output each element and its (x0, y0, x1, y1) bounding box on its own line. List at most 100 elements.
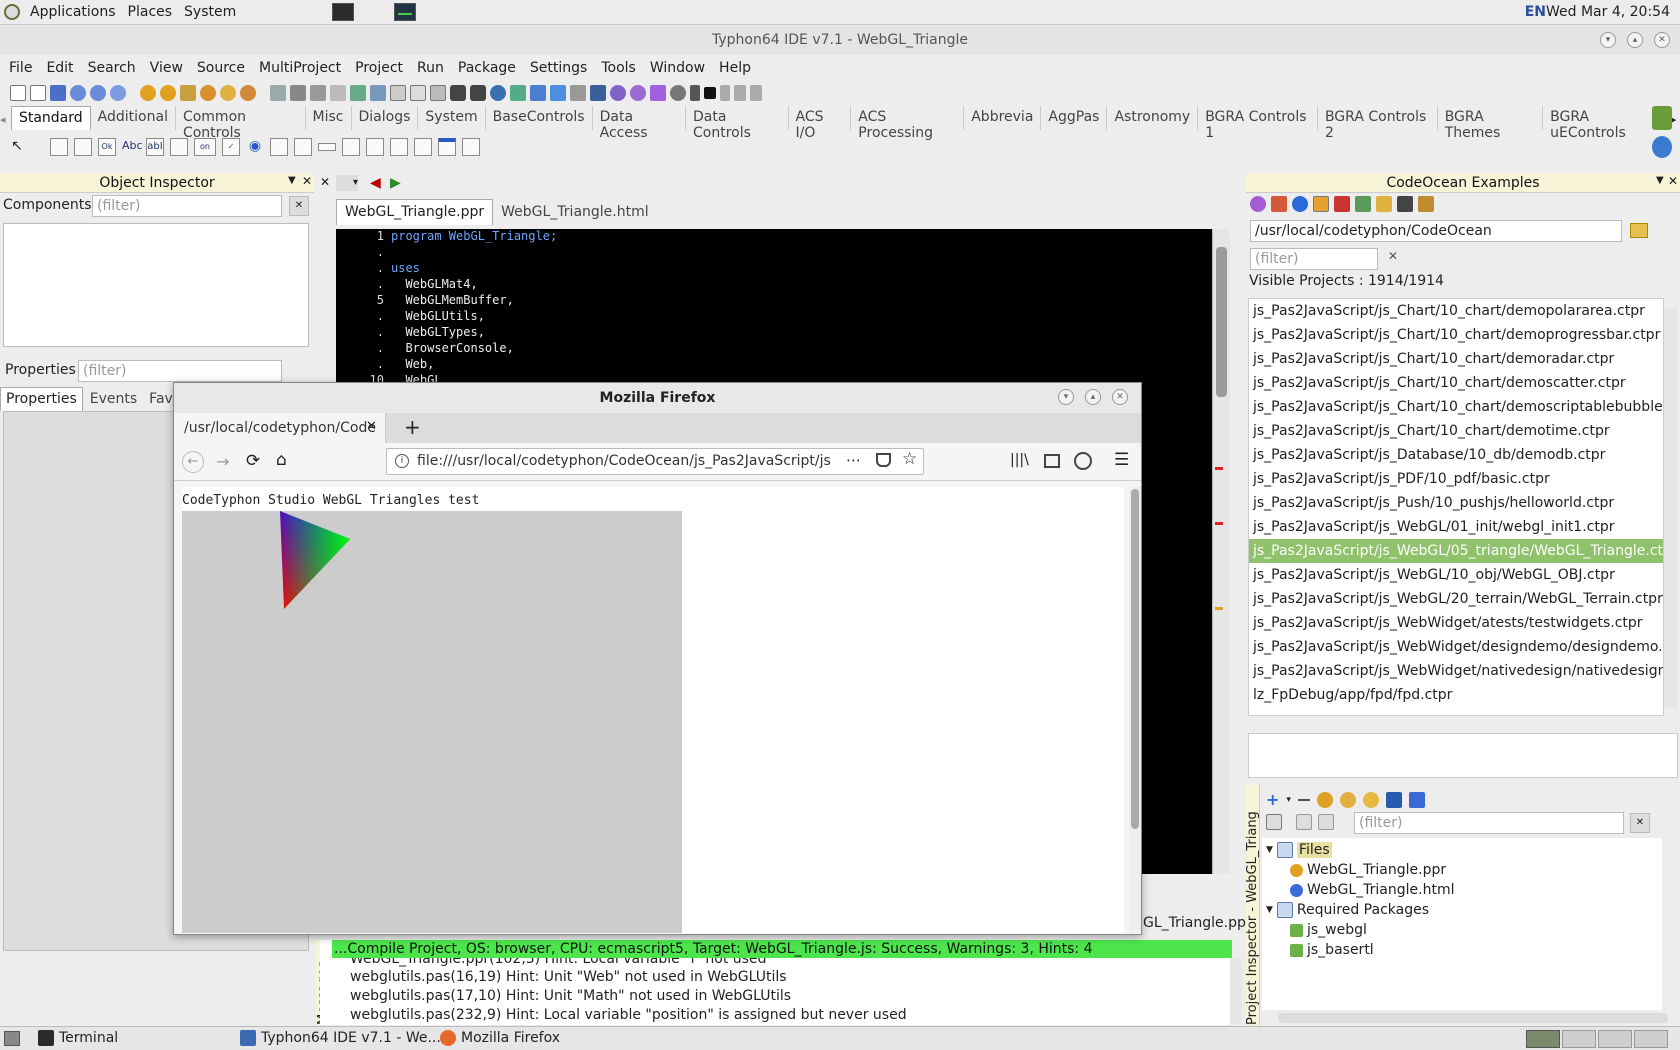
site-info-icon[interactable]: i (395, 454, 409, 468)
radiogroup-component-icon[interactable] (366, 138, 384, 156)
compile-status-message[interactable]: ...Compile Project, OS: browser, CPU: ec… (332, 940, 1232, 958)
palette-tab-data-controls[interactable]: Data Controls (686, 106, 789, 141)
applications-menu[interactable]: Applications (30, 4, 116, 20)
projects-list[interactable]: js_Pas2JavaScript/js_Chart/10_chart/demo… (1248, 298, 1664, 716)
tree-icon[interactable] (510, 85, 526, 101)
menu-file[interactable]: File (0, 60, 39, 76)
error-marker[interactable] (1215, 522, 1223, 525)
taskbar-firefox[interactable]: Mozilla Firefox (440, 1030, 560, 1046)
firefox-page-scrollbar[interactable] (1129, 487, 1141, 933)
url-bar[interactable]: i file:///usr/local/codetyphon/CodeOcean… (386, 448, 924, 475)
combobox-component-icon[interactable] (294, 138, 312, 156)
next-arrow-icon[interactable]: ▶ (390, 175, 401, 191)
split-icon[interactable] (550, 85, 566, 101)
account-icon[interactable] (1074, 452, 1092, 470)
remove-icon[interactable] (1297, 798, 1310, 801)
info-icon[interactable] (1292, 196, 1308, 212)
options-icon[interactable] (390, 85, 406, 101)
delete-icon[interactable] (1334, 196, 1350, 212)
forms-icon[interactable] (330, 85, 346, 101)
network-icon[interactable] (490, 85, 506, 101)
package-open-icon[interactable] (200, 85, 216, 101)
options-gear-icon[interactable] (1362, 791, 1379, 808)
save-all-icon[interactable] (310, 85, 326, 101)
clock[interactable]: Wed Mar 4, 20:54 (1546, 4, 1670, 20)
pocket-icon[interactable] (876, 453, 891, 467)
firefox-tab[interactable]: /usr/local/codetyphon/Code (174, 413, 386, 443)
firefox-close-button[interactable]: ✕ (1112, 389, 1128, 405)
open-file-icon[interactable] (1266, 814, 1282, 830)
new-form-icon[interactable] (30, 85, 46, 101)
collapse-icon[interactable]: ▼ (1266, 905, 1273, 915)
more-options-icon[interactable] (1408, 791, 1425, 808)
system-monitor-icon[interactable] (394, 3, 416, 21)
project-icon[interactable] (270, 85, 286, 101)
codeocean-filter-input[interactable]: (filter) (1250, 248, 1378, 270)
new-file-icon[interactable] (10, 85, 26, 101)
open-icon[interactable] (50, 85, 66, 101)
palette-tab-additional[interactable]: Additional (91, 106, 176, 130)
checkgroup-component-icon[interactable] (390, 138, 408, 156)
search-files-icon[interactable] (110, 85, 126, 101)
message-line[interactable]: webglutils.pas(17,10) Hint: Unit "Math" … (350, 988, 791, 1004)
step-into-icon[interactable] (720, 85, 730, 101)
package-clean-icon[interactable] (240, 85, 256, 101)
workspace-switcher-3[interactable] (1598, 1030, 1632, 1048)
reload-icon[interactable]: ⟳ (246, 451, 260, 471)
palette-tab-dialogs[interactable]: Dialogs (352, 106, 419, 130)
menu-run[interactable]: Run (410, 60, 451, 76)
menu-settings[interactable]: Settings (523, 60, 594, 76)
binoculars-two-icon[interactable] (470, 85, 486, 101)
bookmark-star-icon[interactable]: ☆ (902, 449, 917, 469)
explore-icon[interactable] (370, 85, 386, 101)
palette-tab-data-access[interactable]: Data Access (593, 106, 686, 141)
list-item[interactable]: js_Pas2JavaScript/js_WebGL/01_init/webgl… (1249, 515, 1663, 539)
togglebox-component-icon[interactable]: on (194, 138, 216, 156)
mainmenu-component-icon[interactable] (50, 138, 68, 156)
button-component-icon[interactable]: Ok (98, 138, 116, 156)
palette-tab-abbrevia[interactable]: Abbrevia (964, 106, 1042, 130)
taskbar-terminal[interactable]: Terminal (38, 1030, 118, 1046)
run-icon[interactable] (650, 85, 666, 101)
step-out-icon[interactable] (750, 85, 762, 101)
palette-tab-bgra-uecontrols[interactable]: BGRA uEControls (1543, 106, 1667, 141)
sidebar-icon[interactable] (1044, 454, 1060, 468)
scrollbar-component-icon[interactable] (318, 143, 336, 151)
properties-filter-input[interactable]: (filter) (78, 360, 282, 382)
palette-tab-misc[interactable]: Misc (306, 106, 352, 130)
list-item[interactable]: js_Pas2JavaScript/js_PDF/10_pdf/basic.ct… (1249, 467, 1663, 491)
project-filter-clear-icon[interactable]: ✕ (1630, 813, 1650, 833)
list-item[interactable]: js_Pas2JavaScript/js_Push/10_pushjs/hell… (1249, 491, 1663, 515)
components-filter-input[interactable]: (filter) (92, 195, 282, 217)
menu-view[interactable]: View (143, 60, 190, 76)
list-item[interactable]: js_Pas2JavaScript/js_Chart/10_chart/demo… (1249, 419, 1663, 443)
menu-tools[interactable]: Tools (594, 60, 643, 76)
workspace-switcher-1[interactable] (1526, 1030, 1560, 1048)
find-icon[interactable] (70, 85, 86, 101)
scroll-thumb[interactable] (1216, 247, 1227, 397)
project-tree-hscrollbar[interactable] (1278, 1013, 1668, 1023)
run-params-icon[interactable] (670, 85, 686, 101)
sort-alphabetically-icon[interactable] (1318, 814, 1334, 830)
warning-marker[interactable] (1215, 607, 1223, 610)
tree-file[interactable]: WebGL_Triangle.html (1290, 882, 1455, 898)
collapse-icon[interactable]: ▼ (1266, 845, 1273, 855)
popupmenu-component-icon[interactable] (74, 138, 92, 156)
menu-multiproject[interactable]: MultiProject (252, 60, 348, 76)
show-desktop-icon[interactable] (4, 1031, 20, 1046)
components-filter-clear-icon[interactable]: ✕ (289, 196, 309, 216)
extract-icon[interactable] (1418, 196, 1434, 212)
workspace-switcher-2[interactable] (1562, 1030, 1596, 1048)
menu-window[interactable]: Window (643, 60, 712, 76)
tab-close-icon[interactable]: ✕ (366, 419, 377, 434)
error-marker[interactable] (1215, 467, 1223, 470)
components-tree[interactable] (3, 223, 309, 347)
object-inspector-close-icon[interactable]: ✕ (302, 174, 312, 188)
codeocean-path-input[interactable]: /usr/local/codetyphon/CodeOcean (1250, 220, 1622, 242)
radiobutton-component-icon[interactable]: ◉ (246, 138, 264, 156)
folder-icon[interactable] (1376, 196, 1392, 212)
tab-properties[interactable]: Properties (0, 387, 83, 411)
monitor-icon[interactable] (590, 85, 606, 101)
menu-project[interactable]: Project (348, 60, 410, 76)
browse-folder-icon[interactable] (1630, 223, 1648, 238)
